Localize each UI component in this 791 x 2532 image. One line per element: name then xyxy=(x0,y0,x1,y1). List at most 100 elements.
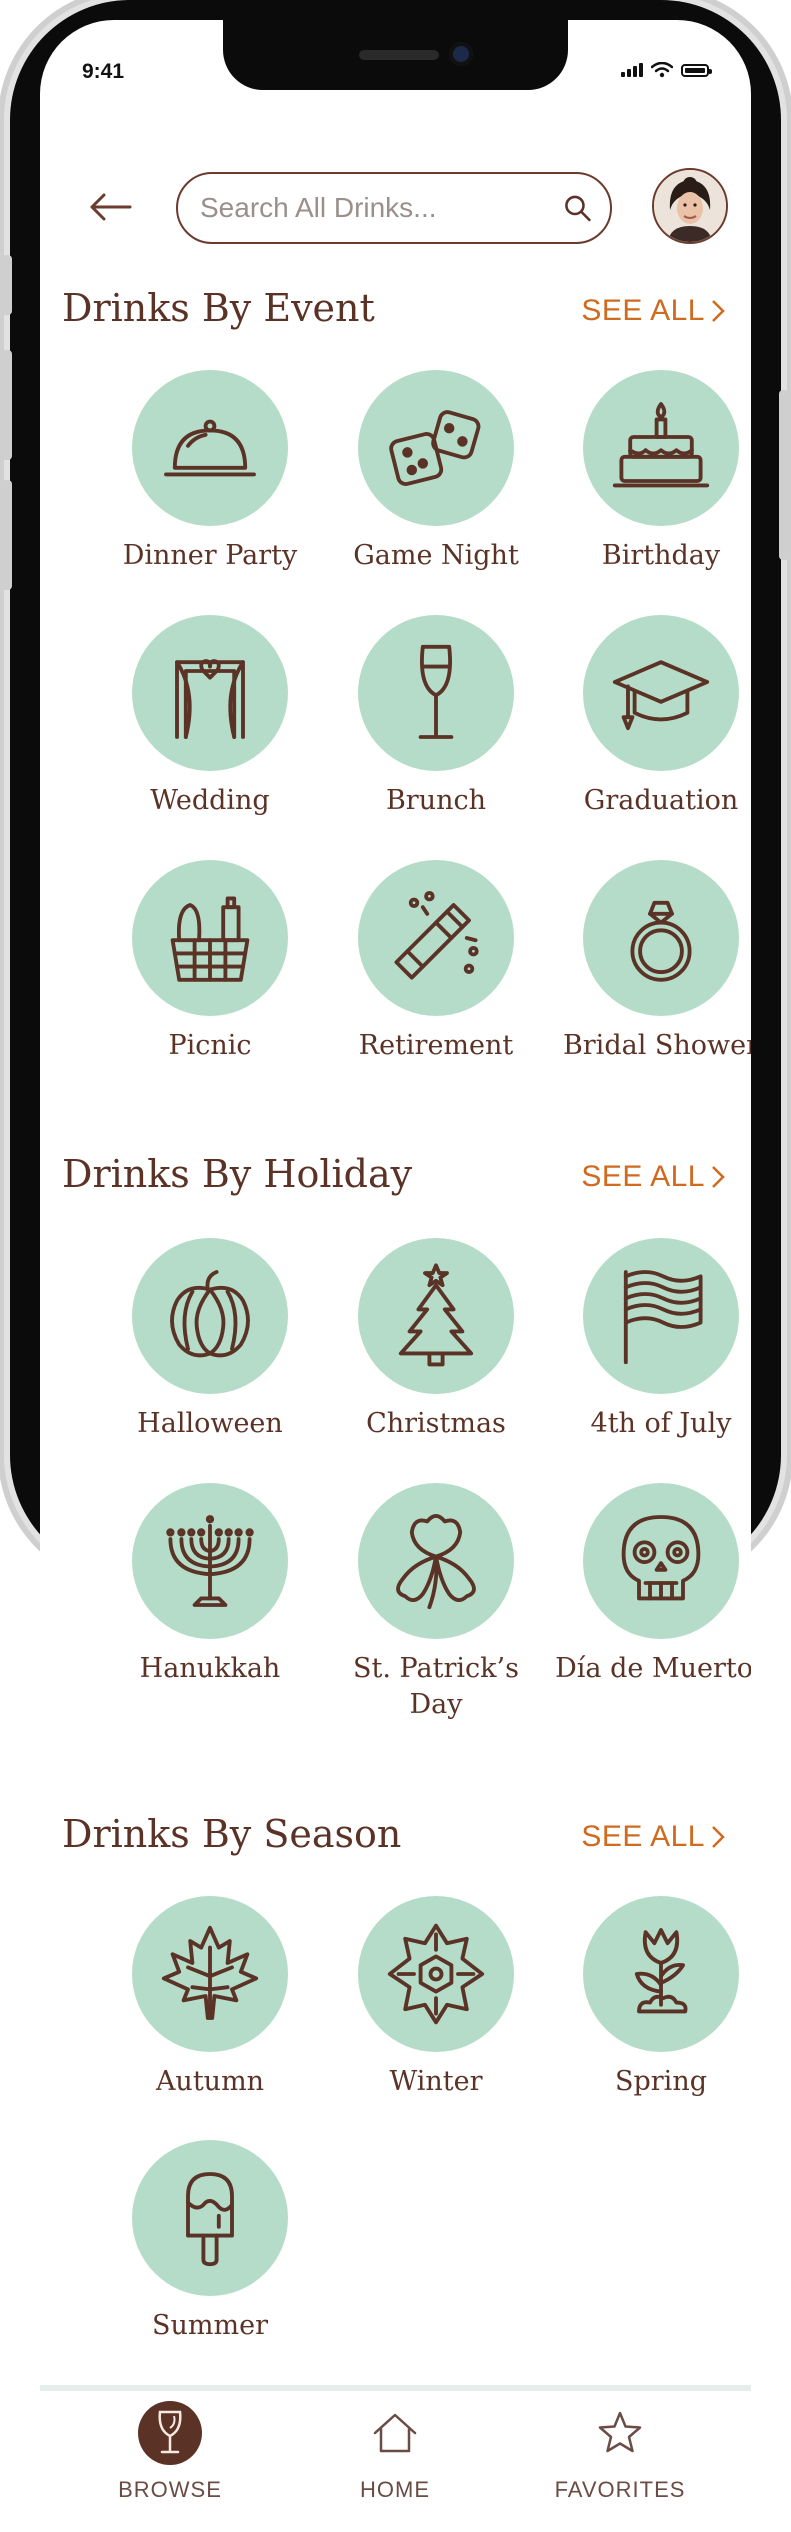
section-title-holiday: Drinks By Holiday xyxy=(62,1152,413,1196)
tab-label: FAVORITES xyxy=(554,2477,686,2502)
phone-side-button xyxy=(779,390,789,560)
flag-icon xyxy=(623,1270,703,1365)
category-label: Game Night xyxy=(353,540,519,571)
tab-browse[interactable]: BROWSE xyxy=(70,2401,270,2503)
home-icon xyxy=(373,2413,417,2453)
category-label: St. Patrick’s Day xyxy=(353,1653,519,1720)
category-tile-winter[interactable]: Winter xyxy=(326,1896,546,2100)
cake-icon xyxy=(612,402,710,488)
category-tile-brunch[interactable]: Brunch xyxy=(326,615,546,819)
category-label: Summer xyxy=(152,2310,268,2341)
christmas-tree-icon xyxy=(398,1263,474,1367)
see-all-label: SEE ALL xyxy=(581,1160,705,1193)
phone-notch xyxy=(223,20,568,90)
category-tile-st-patricks-day[interactable]: St. Patrick’s Day xyxy=(326,1483,546,1723)
snowflake-icon xyxy=(387,1923,485,2025)
category-tile-hanukkah[interactable]: Hanukkah xyxy=(100,1483,320,1687)
see-all-event-link[interactable]: SEE ALL xyxy=(581,294,725,328)
menorah-icon xyxy=(166,1515,254,1607)
wine-glass-icon xyxy=(158,2410,182,2454)
maple-leaf-icon xyxy=(161,1925,259,2020)
tab-label: HOME xyxy=(360,2477,430,2502)
category-label: Retirement xyxy=(358,1030,514,1061)
pumpkin-icon xyxy=(170,1270,250,1358)
category-label: Birthday xyxy=(601,540,721,571)
champagne-bottle-icon xyxy=(394,890,479,980)
tab-home[interactable]: HOME xyxy=(295,2401,495,2503)
wifi-icon xyxy=(651,62,673,78)
category-tile-bridal-shower[interactable]: Bridal Shower xyxy=(551,860,751,1064)
category-tile-4th-of-july[interactable]: 4th of July xyxy=(551,1238,751,1442)
category-tile-picnic[interactable]: Picnic xyxy=(100,860,320,1064)
tulip-icon xyxy=(634,1928,688,2014)
chevron-right-icon xyxy=(712,300,725,322)
category-label: Dinner Party xyxy=(122,540,298,571)
tab-label: BROWSE xyxy=(118,2477,222,2502)
category-tile-dia-de-muertos[interactable]: Día de Muertos xyxy=(551,1483,751,1687)
user-photo-icon xyxy=(654,170,726,242)
phone-side-button xyxy=(2,480,12,590)
ring-icon xyxy=(630,900,692,982)
category-tile-christmas[interactable]: Christmas xyxy=(326,1238,546,1442)
avatar[interactable] xyxy=(652,168,728,244)
tab-icon-wrap xyxy=(588,2401,652,2465)
category-label: Picnic xyxy=(168,1030,252,1061)
category-tile-summer[interactable]: Summer xyxy=(100,2140,320,2344)
category-label: Brunch xyxy=(385,785,487,816)
phone-side-button xyxy=(2,255,12,315)
category-label: Graduation xyxy=(583,785,739,816)
tab-favorites[interactable]: FAVORITES xyxy=(520,2401,720,2503)
search-input[interactable] xyxy=(198,191,563,225)
category-tile-wedding[interactable]: Wedding xyxy=(100,615,320,819)
category-label: 4th of July xyxy=(590,1408,732,1439)
graduation-cap-icon xyxy=(612,660,710,731)
chevron-right-icon xyxy=(712,1166,725,1188)
see-all-label: SEE ALL xyxy=(581,1820,705,1853)
see-all-label: SEE ALL xyxy=(581,294,705,327)
search-icon[interactable] xyxy=(563,191,592,225)
see-all-season-link[interactable]: SEE ALL xyxy=(581,1820,725,1854)
search-bar xyxy=(176,172,612,244)
arrow-left-icon xyxy=(90,193,132,221)
front-camera xyxy=(449,42,473,66)
tab-icon-wrap xyxy=(138,2401,202,2465)
category-tile-dinner-party[interactable]: Dinner Party xyxy=(100,370,320,574)
category-tile-retirement[interactable]: Retirement xyxy=(326,860,546,1064)
category-label: Winter xyxy=(389,2066,483,2097)
category-label: Hanukkah xyxy=(139,1653,281,1684)
section-title-season: Drinks By Season xyxy=(62,1812,402,1856)
category-label: Wedding xyxy=(150,785,270,816)
wedding-arch-icon xyxy=(175,659,245,739)
section-title-event: Drinks By Event xyxy=(62,286,375,330)
cloche-icon xyxy=(164,419,256,477)
category-tile-graduation[interactable]: Graduation xyxy=(551,615,751,819)
category-label: Día de Muertos xyxy=(555,1653,751,1684)
picnic-basket-icon xyxy=(170,896,250,982)
cellular-signal-icon xyxy=(621,63,643,77)
status-time: 9:41 xyxy=(82,60,125,83)
category-tile-autumn[interactable]: Autumn xyxy=(100,1896,320,2100)
category-tile-game-night[interactable]: Game Night xyxy=(326,370,546,574)
category-label: Christmas xyxy=(366,1408,506,1439)
sugar-skull-icon xyxy=(621,1515,701,1601)
category-tile-birthday[interactable]: Birthday xyxy=(551,370,751,574)
see-all-holiday-link[interactable]: SEE ALL xyxy=(581,1160,725,1194)
champagne-flute-icon xyxy=(418,644,454,739)
status-icons xyxy=(621,62,712,78)
category-label: Bridal Shower xyxy=(562,1030,751,1061)
category-tile-spring[interactable]: Spring xyxy=(551,1896,751,2100)
app-screen: 9:41 Search All Drinks... Drinks By Even… xyxy=(40,20,751,2520)
battery-icon xyxy=(681,63,712,77)
chevron-right-icon xyxy=(712,1826,725,1848)
category-tile-halloween[interactable]: Halloween xyxy=(100,1238,320,1442)
category-label: Spring xyxy=(615,2066,707,2097)
bottom-tab-bar: BROWSE HOME FAVORITES xyxy=(40,2385,751,2520)
tab-icon-wrap xyxy=(363,2401,427,2465)
popsicle-icon xyxy=(186,2172,234,2267)
star-icon xyxy=(598,2411,642,2453)
clover-icon xyxy=(396,1513,476,1610)
phone-side-button xyxy=(2,350,12,460)
category-label: Autumn xyxy=(155,2066,265,2097)
back-button[interactable] xyxy=(85,182,135,232)
speaker-grille xyxy=(359,50,439,60)
